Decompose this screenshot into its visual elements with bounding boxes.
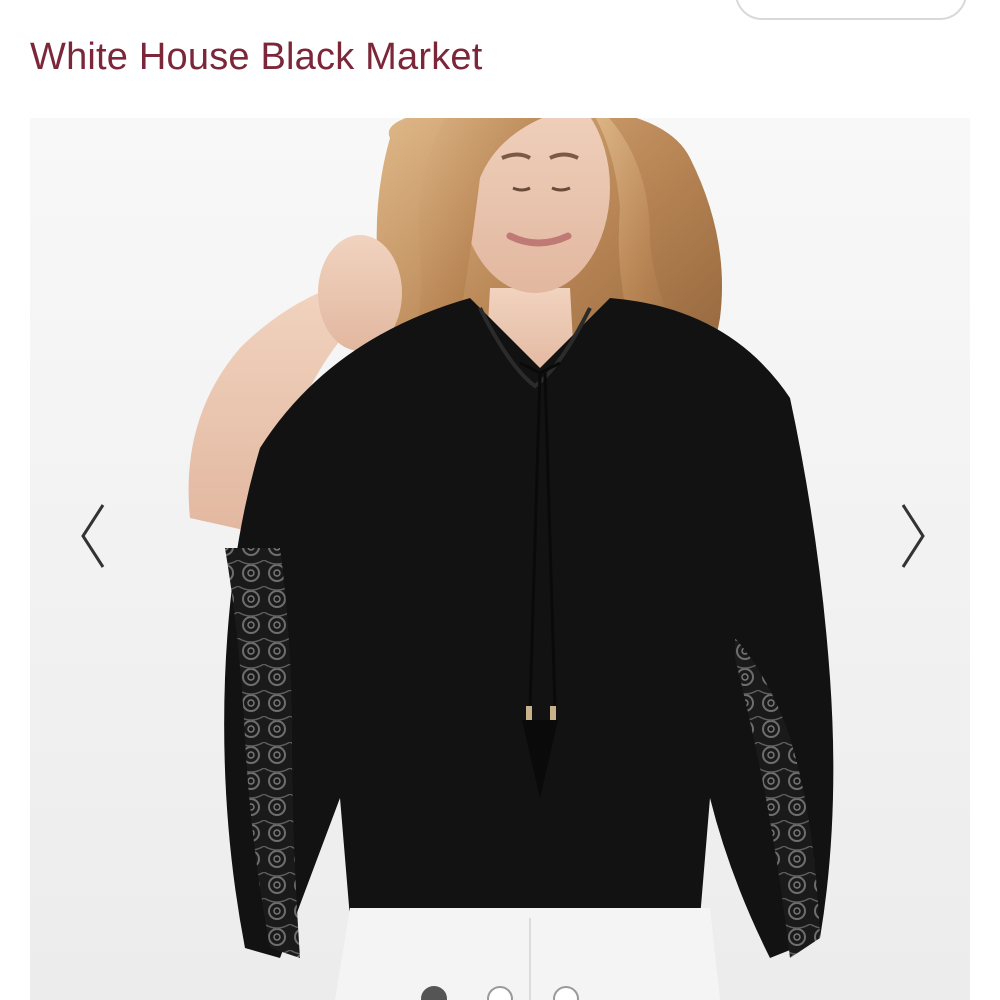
pagination-dot[interactable] [487, 986, 513, 1000]
header-action-button[interactable] [735, 0, 967, 20]
product-image-gallery[interactable] [30, 118, 970, 1000]
product-image [30, 118, 970, 1000]
gallery-pagination [400, 986, 600, 1000]
previous-image-button[interactable] [70, 496, 114, 576]
header-fragment-icon [150, 0, 220, 6]
chevron-right-icon [901, 504, 925, 568]
pagination-dot[interactable] [553, 986, 579, 1000]
brand-name[interactable]: White House Black Market [30, 36, 483, 79]
next-image-button[interactable] [892, 496, 936, 576]
chevron-left-icon [81, 504, 105, 568]
pagination-dot[interactable] [421, 986, 447, 1000]
